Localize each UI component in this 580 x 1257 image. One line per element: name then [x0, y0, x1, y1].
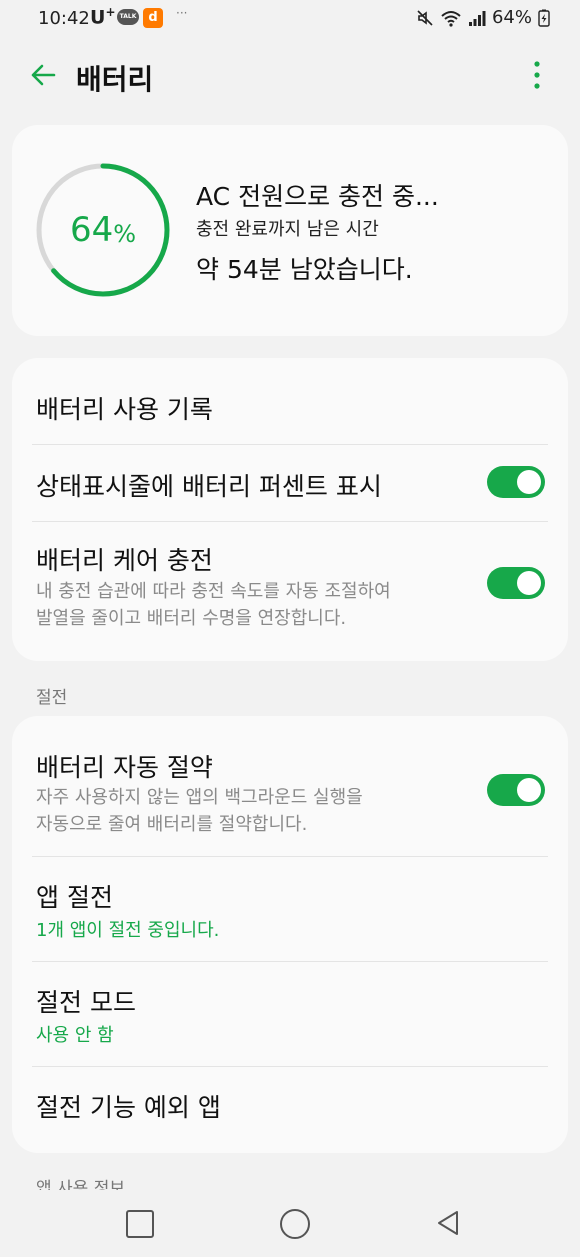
arrow-left-icon[interactable]: [28, 60, 58, 90]
usage-history-title: 배터리 사용 기록: [36, 395, 213, 424]
auto-saver-subtitle: 자주 사용하지 않는 앱의 백그라운드 실행을 자동으로 줄여 배터리를 절약합…: [36, 787, 363, 835]
battery-care-title: 배터리 케어 충전: [36, 546, 213, 575]
charge-status: AC 전원으로 충전 중...: [196, 182, 439, 211]
battery-percent-display: 64 %: [34, 161, 172, 299]
status-bar-percent-title: 상태표시줄에 배터리 퍼센트 표시: [36, 472, 382, 501]
remaining-time-value: 약 54분 남았습니다.: [196, 255, 413, 284]
app-saving-row[interactable]: 앱 절전 1개 앱이 절전 중입니다.: [12, 856, 568, 961]
app-notification-icon: d: [143, 8, 163, 28]
status-bar-percent-toggle[interactable]: [487, 466, 545, 498]
carrier-logo: U+: [90, 5, 116, 29]
page-title: 배터리: [76, 63, 154, 96]
app-header: 배터리: [0, 44, 580, 108]
app-saving-title: 앱 절전: [36, 883, 113, 912]
exception-apps-row[interactable]: 절전 기능 예외 앱: [12, 1066, 568, 1153]
more-vertical-icon[interactable]: [524, 58, 550, 94]
exception-apps-title: 절전 기능 예외 앱: [36, 1093, 221, 1122]
auto-saver-title: 배터리 자동 절약: [36, 753, 213, 782]
talk-notification-icon: TALK: [117, 9, 139, 25]
status-bar-percent-row[interactable]: 상태표시줄에 배터리 퍼센트 표시: [12, 444, 568, 521]
battery-settings-card: 배터리 사용 기록 상태표시줄에 배터리 퍼센트 표시 배터리 케어 충전 내 …: [12, 358, 568, 661]
power-mode-row[interactable]: 절전 모드 사용 안 함: [12, 961, 568, 1066]
battery-percent-number: 64: [69, 210, 114, 250]
status-icons: 64%: [416, 7, 550, 28]
auto-saver-row[interactable]: 배터리 자동 절약 자주 사용하지 않는 앱의 백그라운드 실행을 자동으로 줄…: [12, 716, 568, 856]
auto-saver-toggle[interactable]: [487, 774, 545, 806]
remaining-time-label: 충전 완료까지 남은 시간: [196, 219, 379, 240]
signal-icon: [468, 10, 486, 26]
home-circle-icon[interactable]: [280, 1209, 310, 1239]
battery-care-toggle[interactable]: [487, 567, 545, 599]
battery-percent-sign: %: [113, 220, 137, 248]
navigation-bar: [0, 1190, 580, 1257]
battery-charging-icon: [538, 9, 550, 27]
status-time: 10:42: [38, 8, 90, 29]
toggle-knob: [517, 470, 541, 494]
toggle-knob: [517, 571, 541, 595]
power-mode-title: 절전 모드: [36, 988, 136, 1017]
power-saving-card: 배터리 자동 절약 자주 사용하지 않는 앱의 백그라운드 실행을 자동으로 줄…: [12, 716, 568, 1153]
wifi-icon: [441, 10, 461, 27]
more-notifications-icon: ···: [176, 6, 188, 20]
battery-status-card: 64 % AC 전원으로 충전 중... 충전 완료까지 남은 시간 약 54분…: [12, 125, 568, 336]
mute-icon: [417, 9, 433, 26]
power-mode-subtitle: 사용 안 함: [36, 1025, 114, 1046]
section-label-power-saving: 절전: [36, 688, 68, 708]
status-bar: 10:42 U+ TALK d ··· 64%: [0, 0, 580, 40]
battery-care-row[interactable]: 배터리 케어 충전 내 충전 습관에 따라 충전 속도를 자동 조절하여 발열을…: [12, 521, 568, 661]
battery-percent-text: 64%: [491, 7, 532, 28]
battery-care-subtitle: 내 충전 습관에 따라 충전 속도를 자동 조절하여 발열을 줄이고 배터리 수…: [36, 581, 391, 629]
app-saving-subtitle: 1개 앱이 절전 중입니다.: [36, 920, 220, 941]
usage-history-row[interactable]: 배터리 사용 기록: [12, 358, 568, 444]
toggle-knob: [517, 778, 541, 802]
back-triangle-icon[interactable]: [434, 1208, 464, 1238]
recents-square-icon[interactable]: [126, 1210, 154, 1238]
